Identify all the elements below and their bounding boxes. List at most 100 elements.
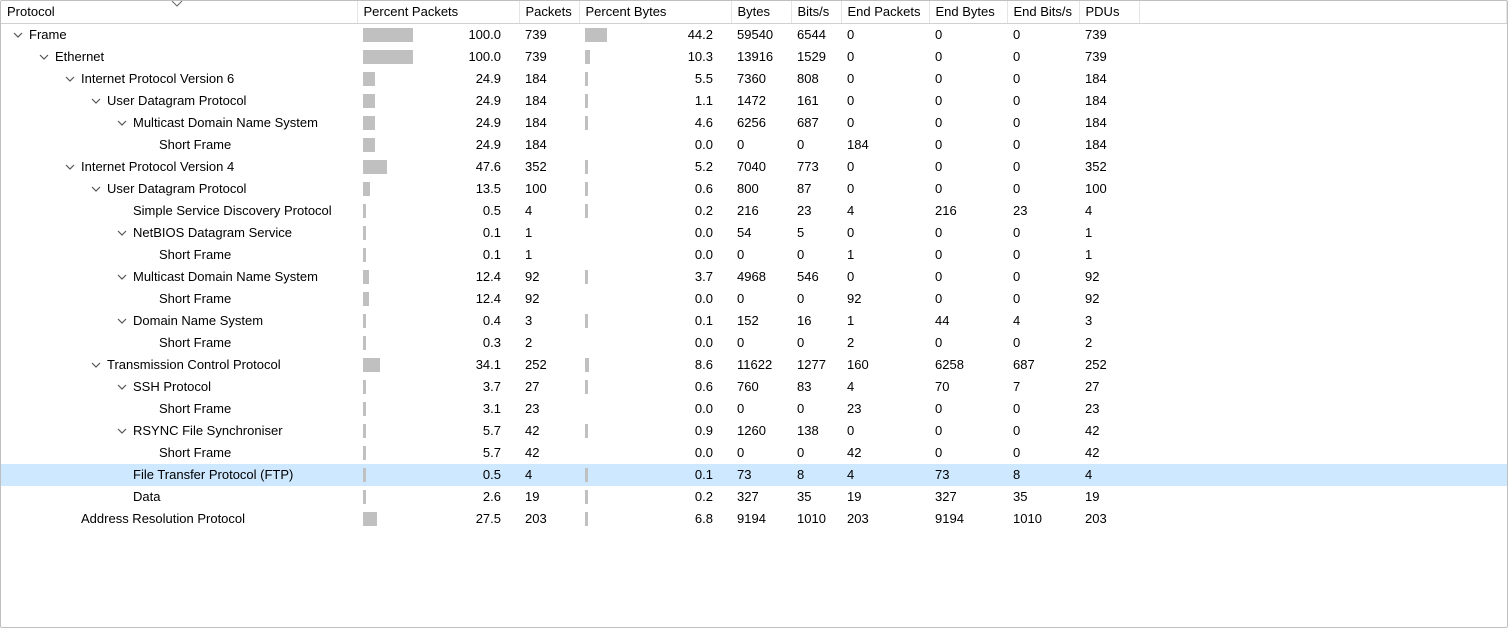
packets-value: 184 <box>519 112 579 134</box>
table-row[interactable]: Ethernet100.073910.3139161529000739 <box>1 46 1507 68</box>
table-row[interactable]: SSH Protocol3.7270.676083470727 <box>1 376 1507 398</box>
bytes-value: 800 <box>731 178 791 200</box>
col-header-percent-bytes[interactable]: Percent Bytes <box>579 1 731 24</box>
packets-value: 184 <box>519 90 579 112</box>
bits-s-value: 1529 <box>791 46 841 68</box>
table-row[interactable]: Multicast Domain Name System12.4923.7496… <box>1 266 1507 288</box>
chevron-down-icon[interactable] <box>91 184 103 194</box>
chevron-down-icon[interactable] <box>39 52 51 62</box>
col-header-protocol[interactable]: Protocol <box>1 1 357 24</box>
packets-value: 3 <box>519 310 579 332</box>
packets-value: 184 <box>519 68 579 90</box>
bytes-value: 0 <box>731 398 791 420</box>
table-row[interactable]: Short Frame12.4920.000920092 <box>1 288 1507 310</box>
packets-value: 27 <box>519 376 579 398</box>
table-row[interactable]: RSYNC File Synchroniser5.7420.9126013800… <box>1 420 1507 442</box>
end-packets-value: 160 <box>841 354 929 376</box>
table-row[interactable]: Domain Name System0.430.11521614443 <box>1 310 1507 332</box>
chevron-down-icon[interactable] <box>117 118 129 128</box>
table-row[interactable]: Internet Protocol Version 447.63525.2704… <box>1 156 1507 178</box>
bytes-value: 59540 <box>731 24 791 46</box>
chevron-down-icon[interactable] <box>13 30 25 40</box>
percent-bytes-bar <box>585 138 635 152</box>
table-row[interactable]: Frame100.073944.2595406544000739 <box>1 24 1507 46</box>
percent-packets-cell: 12.4 <box>357 288 519 310</box>
bytes-value: 7040 <box>731 156 791 178</box>
table-row[interactable]: Multicast Domain Name System24.91844.662… <box>1 112 1507 134</box>
percent-bytes-cell: 8.6 <box>579 354 731 376</box>
table-row[interactable]: Internet Protocol Version 624.91845.5736… <box>1 68 1507 90</box>
chevron-down-icon[interactable] <box>117 426 129 436</box>
table-row[interactable]: Simple Service Discovery Protocol0.540.2… <box>1 200 1507 222</box>
table-row[interactable]: Data2.6190.232735193273519 <box>1 486 1507 508</box>
col-header-bytes[interactable]: Bytes <box>731 1 791 24</box>
chevron-down-icon[interactable] <box>91 96 103 106</box>
chevron-down-icon[interactable] <box>91 360 103 370</box>
end-bits-s-value: 0 <box>1007 156 1079 178</box>
percent-packets-cell: 27.5 <box>357 508 519 530</box>
protocol-label: Short Frame <box>159 335 231 350</box>
table-row[interactable]: NetBIOS Datagram Service0.110.05450001 <box>1 222 1507 244</box>
end-packets-value: 0 <box>841 266 929 288</box>
pdus-value: 184 <box>1079 112 1139 134</box>
protocol-label: Ethernet <box>55 49 104 64</box>
end-bytes-value: 0 <box>929 178 1007 200</box>
col-header-bits-s[interactable]: Bits/s <box>791 1 841 24</box>
percent-bytes-bar <box>585 512 635 526</box>
protocol-hierarchy-table[interactable]: Protocol Percent Packets Packets Percent… <box>1 1 1507 530</box>
row-spacer <box>1139 376 1507 398</box>
chevron-down-icon[interactable] <box>117 228 129 238</box>
protocol-hierarchy-panel[interactable]: Protocol Percent Packets Packets Percent… <box>0 0 1508 628</box>
col-header-end-bits-s[interactable]: End Bits/s <box>1007 1 1079 24</box>
table-row[interactable]: User Datagram Protocol13.51000.680087000… <box>1 178 1507 200</box>
table-row[interactable]: File Transfer Protocol (FTP)0.540.173847… <box>1 464 1507 486</box>
percent-packets-bar <box>363 336 413 350</box>
row-spacer <box>1139 442 1507 464</box>
percent-packets-cell: 0.1 <box>357 244 519 266</box>
col-header-packets[interactable]: Packets <box>519 1 579 24</box>
percent-packets-value: 24.9 <box>419 93 513 108</box>
table-row[interactable]: Transmission Control Protocol34.12528.61… <box>1 354 1507 376</box>
percent-packets-value: 24.9 <box>419 137 513 152</box>
bits-s-value: 23 <box>791 200 841 222</box>
percent-packets-value: 0.5 <box>419 203 513 218</box>
percent-packets-bar <box>363 270 413 284</box>
percent-packets-value: 0.1 <box>419 247 513 262</box>
protocol-label: RSYNC File Synchroniser <box>133 423 283 438</box>
percent-bytes-cell: 0.0 <box>579 244 731 266</box>
packets-value: 92 <box>519 288 579 310</box>
table-row[interactable]: User Datagram Protocol24.91841.114721610… <box>1 90 1507 112</box>
percent-bytes-cell: 0.0 <box>579 332 731 354</box>
chevron-down-icon[interactable] <box>117 316 129 326</box>
bytes-value: 1472 <box>731 90 791 112</box>
percent-bytes-bar <box>585 94 635 108</box>
chevron-down-icon[interactable] <box>65 162 77 172</box>
table-row[interactable]: Short Frame5.7420.000420042 <box>1 442 1507 464</box>
percent-bytes-value: 10.3 <box>641 49 725 64</box>
pdus-value: 42 <box>1079 442 1139 464</box>
table-row[interactable]: Short Frame0.320.0002002 <box>1 332 1507 354</box>
percent-packets-value: 5.7 <box>419 423 513 438</box>
col-header-pdus[interactable]: PDUs <box>1079 1 1139 24</box>
col-header-end-bytes[interactable]: End Bytes <box>929 1 1007 24</box>
end-bytes-value: 0 <box>929 112 1007 134</box>
percent-bytes-cell: 1.1 <box>579 90 731 112</box>
percent-packets-bar <box>363 358 413 372</box>
percent-bytes-bar <box>585 160 635 174</box>
chevron-down-icon[interactable] <box>65 74 77 84</box>
col-header-percent-packets[interactable]: Percent Packets <box>357 1 519 24</box>
percent-bytes-cell: 0.1 <box>579 310 731 332</box>
table-row[interactable]: Address Resolution Protocol27.52036.8919… <box>1 508 1507 530</box>
table-row[interactable]: Short Frame3.1230.000230023 <box>1 398 1507 420</box>
chevron-down-icon[interactable] <box>117 382 129 392</box>
row-spacer <box>1139 46 1507 68</box>
chevron-down-icon[interactable] <box>117 272 129 282</box>
table-row[interactable]: Short Frame24.91840.00018400184 <box>1 134 1507 156</box>
bits-s-value: 546 <box>791 266 841 288</box>
table-row[interactable]: Short Frame0.110.0001001 <box>1 244 1507 266</box>
percent-packets-cell: 24.9 <box>357 112 519 134</box>
col-header-end-packets[interactable]: End Packets <box>841 1 929 24</box>
percent-packets-value: 12.4 <box>419 269 513 284</box>
percent-packets-cell: 100.0 <box>357 24 519 46</box>
percent-packets-value: 100.0 <box>419 49 513 64</box>
